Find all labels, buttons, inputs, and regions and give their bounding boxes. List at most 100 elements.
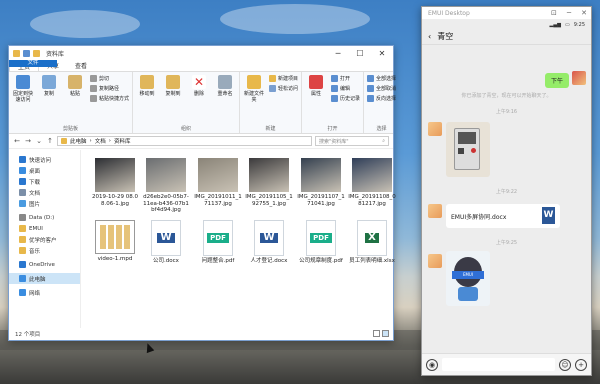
file-item[interactable]: d26eb2e0-05b7-11ea-b436-07b1bf4d94.jpg [142,158,190,214]
pin-button[interactable]: 固定到快速访问 [12,75,34,125]
file-item[interactable]: W 人才登记.docx [245,220,293,265]
close-button[interactable]: ✕ [371,46,393,60]
file-item[interactable]: video-1.mpd [91,220,139,263]
contact-avatar[interactable] [428,204,442,218]
sidebar-item[interactable]: 图片 [9,198,80,209]
delete-button[interactable]: ✕ 删除 [188,75,210,125]
file-item[interactable]: IMG_20191107_171041.jpg [297,158,345,207]
sidebar-item[interactable]: 下载 [9,176,80,187]
sidebar-item[interactable]: 音乐 [9,245,80,256]
minimize-button[interactable]: ─ [567,9,571,17]
new-folder-button[interactable]: 新建文件夹 [243,75,265,125]
back-arrow-icon[interactable]: ‹ [428,32,431,41]
open-label: 打开 [340,76,351,82]
new-item-button[interactable]: 新建项目 [269,75,298,82]
select-none-button[interactable]: 全部取消 [367,85,396,92]
easy-access-button[interactable]: 轻松访问 [269,85,298,92]
select-all-button[interactable]: 全部选择 [367,75,396,82]
phone-window[interactable]: EMUI Desktop ⊡ ─ ✕ ▂▄▆ ▭ 9:25 ‹ 青空 下午 你已… [421,6,592,376]
voice-button[interactable]: ◉ [426,358,438,371]
copy-to-label: 复制到 [165,91,181,97]
details-view-icon[interactable] [373,330,380,337]
copy-path-button[interactable]: 复制路径 [90,85,129,92]
tab-file[interactable]: 文件 [9,60,57,67]
file-explorer-window[interactable]: 资料库 ─ ☐ ✕ 文件 主页 共享 查看 固定到快速访问 复制 粘贴 剪切 复… [8,45,396,341]
image-message[interactable] [446,122,490,177]
invert-selection-button[interactable]: 反向选择 [367,95,396,102]
maximize-button[interactable]: ☐ [349,46,371,60]
back-arrow-icon[interactable]: ← [13,137,21,145]
paste-icon [68,75,82,89]
sticker-message[interactable]: EMUI [446,251,490,306]
file-item[interactable]: PDF 公司规章制度.pdf [297,220,345,265]
breadcrumb[interactable]: 文档 [95,137,106,145]
properties-label: 属性 [311,91,322,97]
new-item-label: 新建项目 [278,76,299,82]
image-thumbnail [249,158,289,192]
new-folder-icon[interactable] [33,49,40,57]
file-item[interactable]: PDF 问题整合.pdf [194,220,242,265]
sidebar-item[interactable]: 桌面 [9,165,80,176]
paste-button[interactable]: 粘贴 [64,75,86,125]
add-button[interactable]: + [575,358,587,371]
sidebar-item[interactable]: OneDrive [9,259,80,270]
open-button[interactable]: 打开 [331,75,360,82]
sidebar-item[interactable]: 此电脑 [9,273,80,284]
file-item[interactable]: IMG_20191108_081217.jpg [348,158,396,207]
sidebar-item[interactable]: EMUI [9,223,80,234]
sidebar-item[interactable]: Data (D:) [9,212,80,223]
delete-icon: ✕ [192,75,207,89]
message-input[interactable] [442,358,555,371]
pdf-badge: PDF [207,232,229,244]
chat-area[interactable]: 下午 你已添加了青空，现在可以开始聊天了。 上午9:16 上午9:22 EMUI… [422,46,591,353]
file-item[interactable]: W 公司.docx [142,220,190,265]
move-to-button[interactable]: 移动到 [136,75,158,125]
large-icons-view-icon[interactable] [382,330,389,337]
close-button[interactable]: ✕ [581,9,587,17]
sidebar-item[interactable]: 优学的客户 [9,234,80,245]
chat-title: 青空 [437,32,454,41]
my-avatar[interactable] [572,71,586,85]
cut-button[interactable]: 剪切 [90,75,129,82]
image-thumbnail [95,158,135,192]
new-item-icon [269,75,277,82]
properties-icon [309,75,324,89]
sticker-band: EMUI [452,271,484,279]
contact-avatar[interactable] [428,254,442,268]
copy-to-button[interactable]: 复制到 [162,75,184,125]
search-input[interactable]: 搜索"资料库" ⌕ [315,136,389,146]
emoji-button[interactable]: ☺ [559,358,571,371]
contact-avatar[interactable] [428,122,442,136]
pin-icon[interactable]: ⊡ [551,9,557,17]
tab-view[interactable]: 查看 [67,60,95,71]
paste-shortcut-button[interactable]: 粘贴快捷方式 [90,95,129,102]
sent-message[interactable]: 下午 [544,73,569,88]
file-item[interactable]: 2019-10-29 08.08.06-1.jpg [91,158,139,207]
copy-button[interactable]: 复制 [38,75,60,125]
properties-button[interactable]: 属性 [305,75,327,125]
edit-button[interactable]: 编辑 [331,85,360,92]
file-item[interactable]: IMG_20191011_171137.jpg [194,158,242,207]
file-item[interactable]: X 员工列表明细.xlsx [348,220,396,265]
recent-chevron-icon[interactable]: ⌄ [35,137,43,145]
cut-label: 剪切 [99,76,110,82]
address-bar[interactable]: 此电脑 › 文档 › 资料库 [57,136,312,146]
sidebar-item[interactable]: 快速访问 [9,154,80,165]
up-arrow-icon[interactable]: ↑ [46,137,54,145]
explorer-titlebar[interactable]: 资料库 ─ ☐ ✕ [9,46,393,60]
forward-arrow-icon[interactable]: → [24,137,32,145]
properties-icon[interactable] [23,49,30,57]
sidebar-item[interactable]: 网络 [9,287,80,298]
phone-titlebar[interactable]: EMUI Desktop ⊡ ─ ✕ [422,7,591,20]
sidebar-item[interactable]: 文档 [9,187,80,198]
minimize-button[interactable]: ─ [327,46,349,60]
breadcrumb[interactable]: 此电脑 [70,137,87,145]
select-all-label: 全部选择 [376,76,397,82]
sticker-body [458,287,478,301]
history-button[interactable]: 历史记录 [331,95,360,102]
rename-button[interactable]: 重命名 [214,75,236,125]
file-message[interactable]: EMUI多屏协同.docx W [446,204,560,228]
breadcrumb[interactable]: 资料库 [114,137,131,145]
file-item[interactable]: IMG_20191105_192755_1.jpg [245,158,293,207]
network-icon [19,289,26,296]
